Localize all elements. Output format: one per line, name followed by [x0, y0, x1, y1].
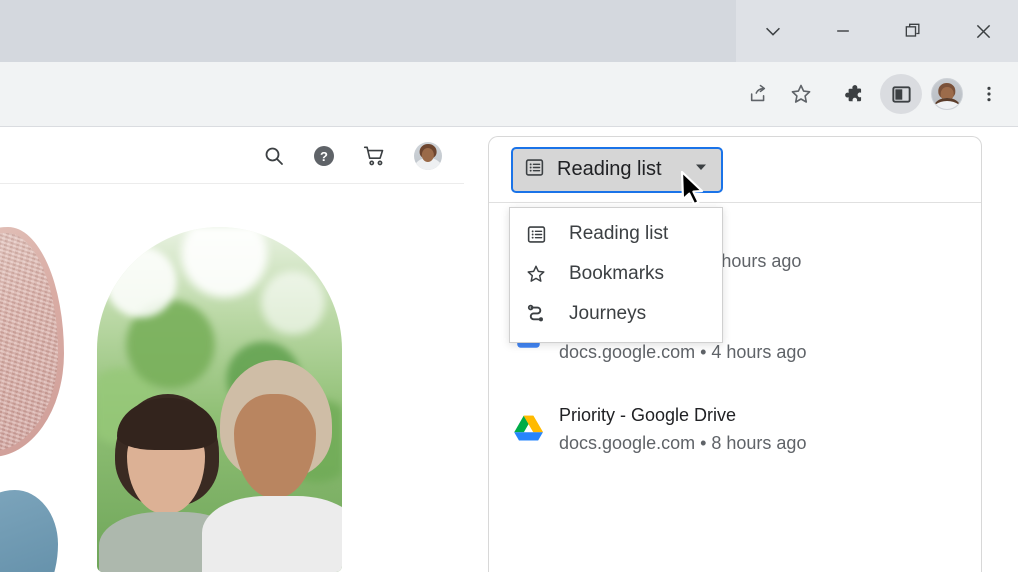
dropdown-option-label: Reading list	[569, 223, 668, 245]
star-icon[interactable]	[780, 74, 822, 114]
blue-blob-shape	[0, 490, 58, 572]
arch-photo	[97, 227, 342, 572]
web-page-content: ?	[0, 128, 464, 572]
browser-window: ?	[0, 0, 1018, 572]
dropdown-option-reading-list[interactable]: Reading list	[510, 214, 722, 254]
side-panel-combobox-label: Reading list	[557, 158, 693, 181]
page-actions-pill	[738, 74, 822, 114]
child-right-figure	[212, 360, 342, 572]
google-drive-icon	[511, 402, 545, 441]
list-item-subtitle: docs.google.com • 8 hours ago	[559, 428, 806, 458]
cart-icon[interactable]	[362, 143, 388, 169]
dropdown-option-bookmarks[interactable]: Bookmarks	[510, 254, 722, 294]
journeys-icon	[522, 303, 550, 325]
more-vert-icon[interactable]	[968, 74, 1010, 114]
side-panel-combobox[interactable]: Reading list	[511, 147, 723, 193]
tab-strip-area	[0, 0, 736, 62]
share-icon[interactable]	[738, 74, 780, 114]
site-avatar-face	[422, 148, 434, 162]
reading-list-icon	[522, 224, 550, 245]
dropdown-option-label: Journeys	[569, 303, 646, 325]
side-panel-icon[interactable]	[880, 74, 922, 114]
avatar-face	[941, 87, 954, 101]
side-panel-header: Reading list	[489, 137, 981, 203]
star-outline-icon	[522, 263, 550, 285]
profile-avatar-image	[931, 78, 963, 110]
child-right-face	[234, 394, 316, 498]
restore-icon[interactable]	[878, 0, 948, 62]
site-header: ?	[0, 128, 464, 184]
dropdown-option-label: Bookmarks	[569, 263, 664, 285]
side-panel: Reading list	[488, 136, 982, 572]
hero-illustration	[0, 185, 464, 572]
extensions-icon[interactable]	[832, 74, 874, 114]
tab-search-chevron-down-icon[interactable]	[738, 0, 808, 62]
list-item-title: Priority - Google Drive	[559, 402, 806, 428]
list-item-text: Priority - Google Drive docs.google.com …	[559, 402, 806, 458]
avatar[interactable]	[414, 142, 442, 170]
minimize-icon[interactable]	[808, 0, 878, 62]
side-panel-dropdown-menu: Reading list Bookmarks J	[509, 207, 723, 343]
search-icon[interactable]	[262, 144, 286, 168]
toolbar-actions	[738, 62, 1010, 126]
avatar[interactable]	[926, 74, 968, 114]
window-title-bar	[0, 0, 1018, 62]
list-item[interactable]: Priority - Google Drive docs.google.com …	[489, 380, 981, 471]
site-avatar-image	[414, 142, 442, 170]
reading-list-icon	[524, 157, 545, 183]
chevron-down-icon[interactable]	[693, 159, 709, 180]
browser-toolbar	[0, 62, 1018, 127]
child-right-body	[202, 496, 342, 572]
help-icon[interactable]: ?	[312, 144, 336, 168]
dropdown-option-journeys[interactable]: Journeys	[510, 294, 722, 334]
child-left-fringe	[117, 398, 217, 450]
close-icon[interactable]	[948, 0, 1018, 62]
window-controls	[738, 0, 1018, 62]
svg-text:?: ?	[320, 149, 328, 164]
pink-blob-shape	[0, 227, 64, 457]
